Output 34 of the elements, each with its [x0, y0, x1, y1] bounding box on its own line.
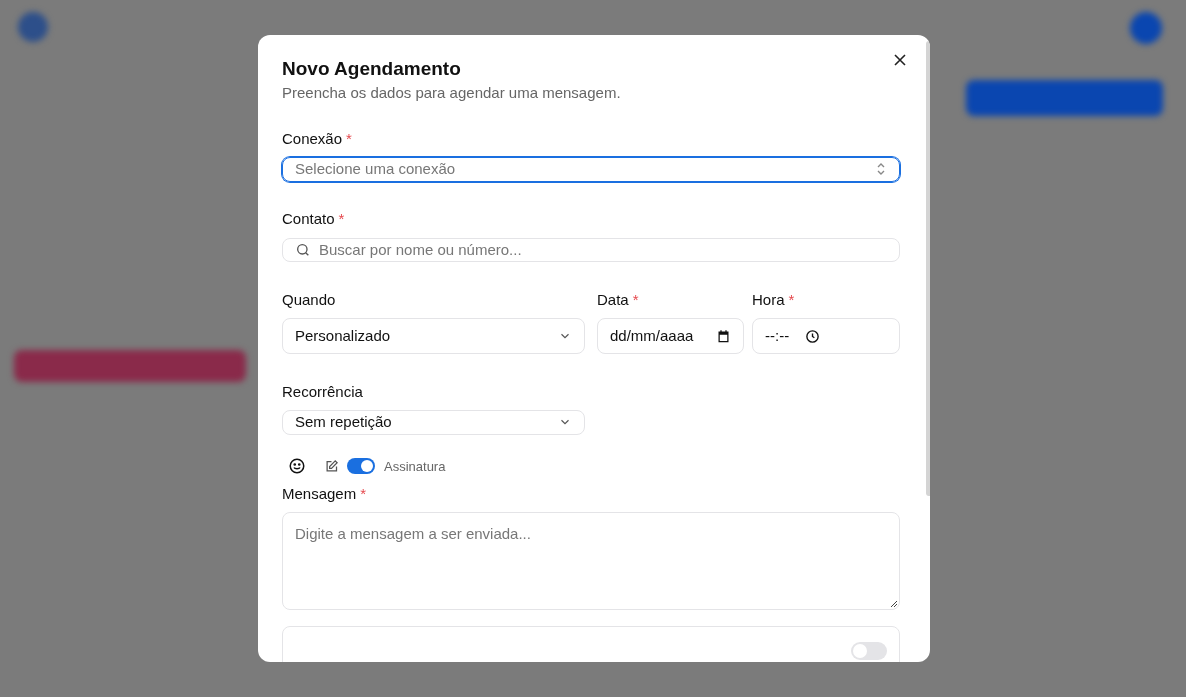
resize-handle-icon[interactable]: [890, 600, 898, 608]
required-mark: *: [632, 289, 639, 310]
message-textarea[interactable]: Digite a mensagem a ser enviada...: [282, 512, 900, 610]
required-mark: *: [788, 289, 795, 310]
app-logo-icon: [18, 12, 48, 42]
field-label: Recorrência: [282, 381, 363, 402]
field-label: Hora: [752, 289, 785, 310]
toggle-switch[interactable]: [347, 458, 375, 475]
edit-icon[interactable]: [324, 458, 339, 474]
field-label: Conexão: [282, 128, 343, 149]
dialog-subtitle: Preencha os dados para agendar uma mensagem.: [282, 83, 622, 103]
search-icon: [295, 241, 311, 258]
field-label: Contato: [282, 209, 335, 230]
when-select[interactable]: Personalizado: [282, 318, 585, 354]
calendar-icon: [716, 328, 731, 344]
date-field[interactable]: dd/mm/aaaa: [597, 318, 744, 354]
signature-label: Assinatura: [384, 457, 446, 476]
field-label: Mensagem: [282, 483, 357, 504]
clock-icon: [805, 328, 821, 344]
field-label: Quando: [282, 289, 336, 310]
required-mark: *: [346, 128, 352, 149]
required-mark: *: [360, 483, 367, 504]
toggle-switch[interactable]: [851, 642, 887, 660]
sort-icon: [875, 162, 887, 177]
connection-select[interactable]: Selecione uma conexão: [282, 157, 900, 182]
dialog-title: Novo Agendamento: [282, 57, 462, 81]
required-mark: *: [338, 209, 345, 230]
field-label: Data: [597, 289, 629, 310]
smiley-icon[interactable]: [288, 457, 306, 476]
close-button[interactable]: [892, 52, 908, 68]
contact-search-field[interactable]: Buscar por nome ou número...: [282, 237, 900, 262]
time-field[interactable]: --:--: [752, 318, 900, 354]
avatar-icon: [1130, 12, 1162, 44]
recurrence-select[interactable]: Sem repetição: [282, 410, 585, 435]
